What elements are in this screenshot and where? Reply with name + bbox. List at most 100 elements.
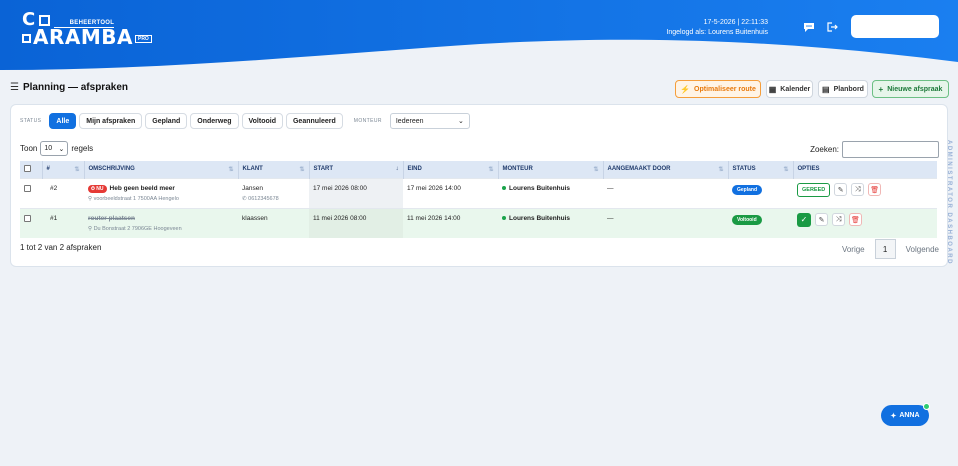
- sort-icon: ⇅: [488, 167, 494, 173]
- list-icon: ☰: [10, 82, 19, 93]
- page-number-button[interactable]: 1: [874, 239, 896, 259]
- status-filters: STATUS Alle Mijn afspraken Gepland Onder…: [20, 113, 470, 129]
- row-description[interactable]: router plaatsen: [88, 215, 135, 222]
- row-checkbox[interactable]: [24, 214, 31, 222]
- table-header-row: # ⇅ OMSCHRIJVING ⇅ KLANT ⇅ START ↓ EIND ⇅ MON…: [20, 161, 937, 178]
- row-end: 17 mei 2026 14:00: [403, 177, 498, 208]
- col-header-description[interactable]: OMSCHRIJVING ⇅: [84, 161, 239, 178]
- sort-icon: ⇅: [299, 167, 305, 173]
- row-start: 17 mei 2026 08:00: [309, 177, 403, 208]
- select-all-checkbox[interactable]: [24, 164, 31, 172]
- split-icon[interactable]: ⤨: [832, 213, 845, 226]
- filter-chip-alle[interactable]: Alle: [49, 113, 77, 129]
- planbord-button[interactable]: ▤ Planbord: [818, 80, 868, 98]
- row-description-cell: router plaatsen ⚲ Du Bonstraat 2 7906GE …: [84, 207, 238, 238]
- assistant-button[interactable]: ✦ ANNA: [881, 405, 929, 426]
- new-appointment-button[interactable]: + Nieuwe afspraak: [872, 80, 949, 98]
- side-role-label: ADMINISTRATOR DASHBOARD: [946, 140, 952, 265]
- row-status-cell: Voltooid: [728, 207, 793, 238]
- planbord-label: Planbord: [833, 85, 864, 93]
- status-badge: Voltooid: [732, 214, 762, 225]
- filter-chip-gepland[interactable]: Gepland: [145, 113, 188, 129]
- filter-chip-mijn-afspraken[interactable]: Mijn afspraken: [79, 113, 143, 129]
- edit-icon[interactable]: ✎: [815, 213, 828, 226]
- pagination: Vorige 1 Volgende: [842, 239, 939, 259]
- row-monteur: Lourens Buitenhuis: [509, 214, 571, 222]
- split-icon[interactable]: ⤨: [851, 183, 865, 196]
- row-phone[interactable]: 0612345678: [248, 196, 279, 202]
- brand-word: ARAMBA: [33, 25, 133, 49]
- row-monteur-cell: Lourens Buitenhuis: [498, 177, 603, 208]
- logout-icon[interactable]: [826, 21, 838, 33]
- appointments-table: # ⇅ OMSCHRIJVING ⇅ KLANT ⇅ START ↓ EIND ⇅ MON…: [20, 161, 937, 238]
- filter-chip-onderweg[interactable]: Onderweg: [190, 113, 239, 129]
- row-created-by: —: [603, 207, 728, 238]
- show-prefix: Toon: [20, 144, 38, 153]
- user-menu-placeholder[interactable]: [851, 15, 939, 38]
- col-header-end[interactable]: EIND ⇅: [403, 161, 499, 178]
- col-header-status[interactable]: STATUS ⇅: [728, 161, 794, 178]
- login-text: Ingelogd als: Lourens Buitenhuis: [666, 29, 768, 36]
- sort-icon: ⇅: [718, 167, 724, 173]
- optimize-route-button[interactable]: ⚡ Optimaliseer route: [675, 80, 761, 98]
- filter-chip-geannuleerd[interactable]: Geannuleerd: [285, 113, 343, 129]
- monteur-select-value: Iedereen: [395, 117, 424, 125]
- trash-icon[interactable]: 🗑: [849, 213, 862, 226]
- sparkle-icon: ✦: [890, 412, 897, 420]
- online-dot: [502, 185, 506, 190]
- row-address: Du Bonstraat 2 7906GE Hoogeveen: [93, 225, 182, 232]
- row-options-cell: ✓ ✎ ⤨ 🗑: [793, 207, 937, 238]
- mark-done-button[interactable]: GEREED: [797, 182, 831, 197]
- row-client: klaassen: [238, 207, 309, 238]
- location-pin-icon: ⚲: [88, 195, 93, 202]
- assistant-label: ANNA: [899, 412, 920, 419]
- table-row[interactable]: #1 router plaatsen ⚲ Du Bonstraat 2 7906…: [20, 207, 937, 238]
- col-header-monteur[interactable]: MONTEUR ⇅: [498, 161, 604, 178]
- row-checkbox[interactable]: [24, 184, 31, 192]
- col-header-options: OPTIES: [793, 161, 937, 178]
- page-length-select[interactable]: 10 ⌄: [40, 141, 69, 156]
- show-suffix: regels: [71, 144, 94, 153]
- row-select-cell: [20, 177, 42, 208]
- filter-chip-voltooid[interactable]: Voltooid: [241, 113, 283, 129]
- prev-page-button[interactable]: Vorige: [842, 245, 865, 254]
- sort-icon: ⇅: [783, 167, 789, 173]
- page-length-control: Toon 10 ⌄ regels: [20, 141, 93, 156]
- col-header-id[interactable]: # ⇅: [42, 161, 85, 178]
- search-input[interactable]: [842, 141, 939, 158]
- select-all-header: [20, 161, 43, 178]
- check-icon[interactable]: ✓: [797, 212, 811, 227]
- online-dot: [502, 215, 506, 220]
- chat-icon[interactable]: [803, 21, 815, 33]
- logo-small-box-icon: [22, 34, 31, 43]
- row-created-by: —: [603, 177, 728, 208]
- page-title: Planning — afspraken: [22, 82, 128, 93]
- col-header-client[interactable]: KLANT ⇅: [238, 161, 310, 178]
- row-client: Jansen: [242, 184, 263, 192]
- next-page-button[interactable]: Volgende: [906, 245, 939, 254]
- row-client-cell: Jansen ✆ 0612345678: [238, 177, 309, 208]
- search-label: Zoeken:: [810, 145, 839, 154]
- sort-icon: ⇅: [228, 167, 234, 173]
- col-header-created-by[interactable]: AANGEMAAKT DOOR ⇅: [603, 161, 729, 178]
- new-appointment-label: Nieuwe afspraak: [887, 85, 943, 93]
- calendar-button[interactable]: ▦ Kalender: [766, 80, 813, 98]
- brand-logo[interactable]: C BEHEERTOOL ARAMBA PRO: [22, 11, 152, 49]
- sort-icon: ⇅: [74, 167, 80, 173]
- trash-icon[interactable]: 🗑: [868, 183, 882, 196]
- edit-icon[interactable]: ✎: [834, 183, 848, 196]
- now-badge: ⏱ NU: [88, 184, 107, 193]
- monteur-select[interactable]: Iedereen ⌄: [389, 113, 470, 129]
- row-select-cell: [20, 207, 42, 238]
- row-description-cell: ⏱ NU Heb geen beeld meer ⚲ voorbeeldstraa…: [84, 177, 238, 208]
- board-icon: ▤: [822, 84, 830, 94]
- phone-icon: ✆: [242, 195, 247, 202]
- page-length-value: 10: [44, 145, 53, 152]
- row-description[interactable]: Heb geen beeld meer: [110, 185, 175, 192]
- datetime: 17-5-2026 | 22:11:33: [703, 19, 768, 26]
- chevron-down-icon: ⌄: [457, 118, 464, 125]
- plus-icon: +: [878, 84, 884, 94]
- table-row[interactable]: #2 ⏱ NU Heb geen beeld meer ⚲ voorbeeldst…: [20, 177, 937, 208]
- session-info: 17-5-2026 | 22:11:33 Ingelogd als: Loure…: [666, 18, 768, 38]
- col-header-start[interactable]: START ↓: [309, 161, 404, 178]
